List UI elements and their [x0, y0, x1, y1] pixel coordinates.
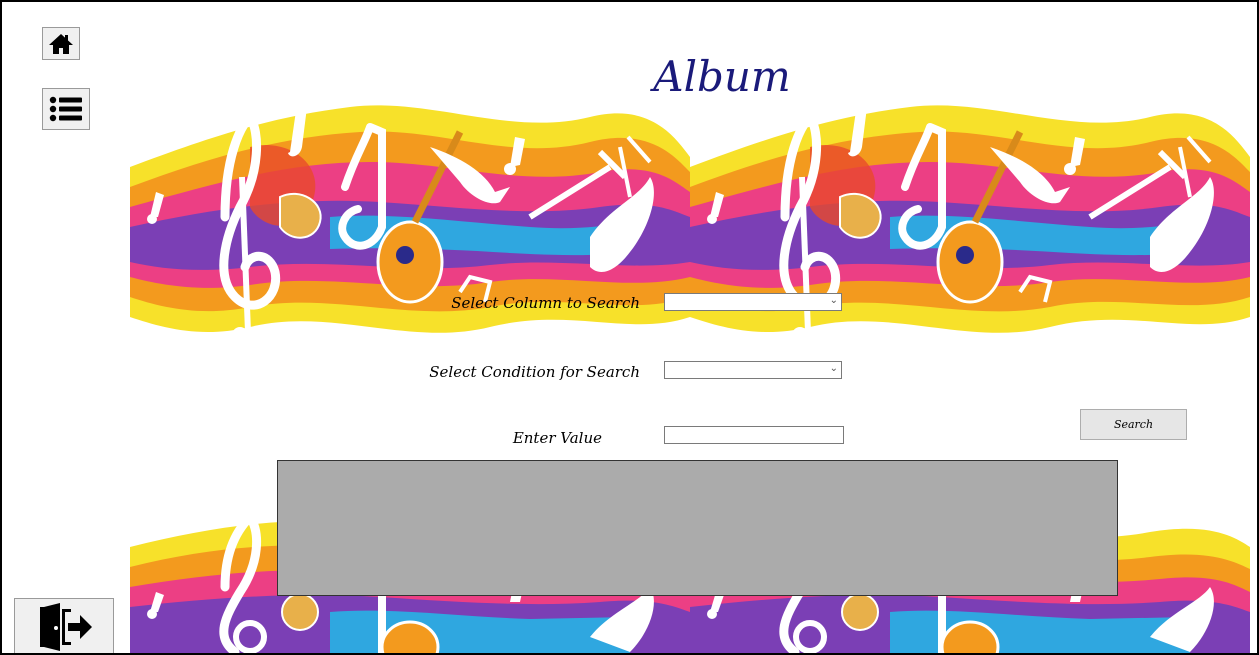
page-title: Album — [653, 52, 791, 101]
search-button[interactable]: Search — [1080, 409, 1187, 440]
home-button[interactable] — [42, 27, 80, 60]
menu-button[interactable] — [42, 88, 90, 130]
list-icon — [49, 96, 82, 122]
column-label: Select Column to Search — [451, 294, 640, 312]
column-select[interactable]: ⌄ — [664, 293, 842, 311]
results-grid[interactable] — [277, 460, 1118, 596]
chevron-down-icon[interactable]: ⌄ — [830, 363, 838, 374]
value-input[interactable] — [664, 426, 844, 444]
chevron-down-icon[interactable]: ⌄ — [830, 295, 838, 306]
value-label: Enter Value — [512, 429, 602, 447]
home-icon — [49, 33, 73, 54]
exit-door-icon — [40, 602, 92, 651]
exit-button[interactable] — [14, 598, 114, 653]
condition-select[interactable]: ⌄ — [664, 361, 842, 379]
condition-label: Select Condition for Search — [429, 363, 640, 381]
app-window: Album Select Column to Search ⌄ Select C… — [0, 0, 1259, 655]
